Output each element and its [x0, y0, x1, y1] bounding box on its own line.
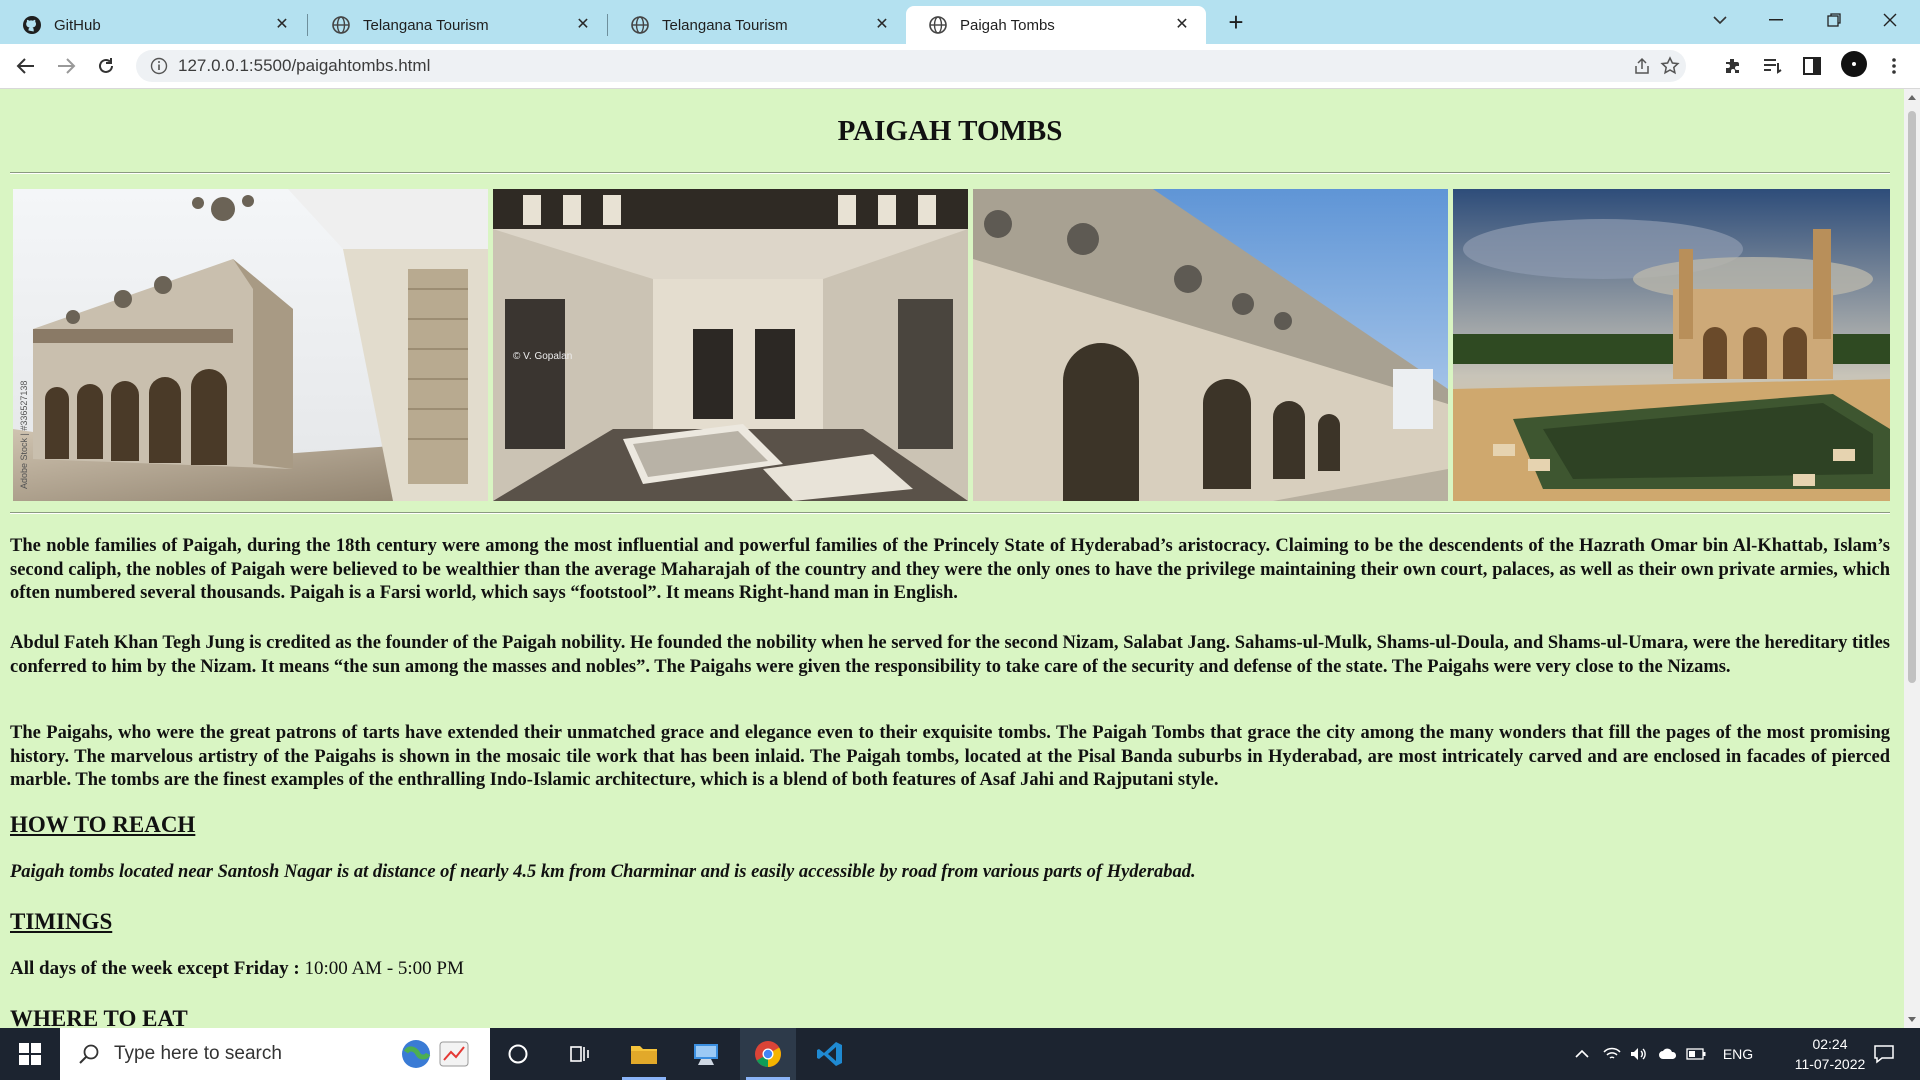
reading-list-icon[interactable] [1758, 52, 1786, 80]
close-tab-icon[interactable]: ✕ [272, 15, 292, 35]
taskbar-search-box[interactable]: Type here to search [60, 1028, 490, 1080]
photo-gallery: Adobe Stock | #336527138 © V. Gopalan [13, 189, 1890, 501]
divider [10, 512, 1890, 514]
globe-icon [928, 15, 948, 35]
tomb-interior-photo: © V. Gopalan [493, 189, 968, 501]
tab-search-chevron-icon[interactable] [1692, 0, 1748, 40]
scrollbar-thumb[interactable] [1908, 111, 1916, 683]
page-viewport: PAIGAH TOMBS Adobe Stock | #336527138 © … [0, 89, 1904, 1028]
close-tab-icon[interactable]: ✕ [872, 15, 892, 35]
timings-label: All days of the week except Friday : [10, 958, 300, 979]
how-to-reach-text: Paigah tombs located near Santosh Nagar … [10, 862, 1196, 882]
battery-icon[interactable] [1684, 1028, 1708, 1080]
onedrive-icon[interactable] [1656, 1028, 1680, 1080]
reload-icon[interactable] [92, 52, 120, 80]
clock-time: 02:24 [1812, 1036, 1848, 1052]
vscode-icon[interactable] [802, 1028, 858, 1080]
close-window-icon[interactable] [1862, 0, 1918, 40]
extensions-icon[interactable] [1718, 52, 1746, 80]
cortana-icon[interactable] [490, 1028, 546, 1080]
globe-icon [331, 15, 351, 35]
how-to-reach-heading: HOW TO REACH [10, 812, 196, 837]
browser-toolbar: 127.0.0.1:5500/paigahtombs.html [0, 44, 1920, 89]
clock-date: 11-07-2022 [1794, 1056, 1866, 1072]
globe-icon [630, 15, 650, 35]
divider [10, 172, 1890, 174]
tab-strip: GitHub ✕ Telangana Tourism ✕ Telangana T… [0, 0, 1920, 44]
address-bar[interactable]: 127.0.0.1:5500/paigahtombs.html [136, 50, 1686, 82]
where-to-eat-heading: WHERE TO EAT [10, 1006, 188, 1028]
windows-start-icon[interactable] [0, 1028, 60, 1080]
file-explorer-icon[interactable] [616, 1028, 672, 1080]
notifications-icon[interactable] [1864, 1028, 1904, 1080]
profile-avatar[interactable] [1841, 51, 1867, 77]
search-highlights-icon[interactable] [400, 1038, 470, 1070]
timings-heading: TIMINGS [10, 909, 113, 934]
tab-telangana-tourism-2[interactable]: Telangana Tourism ✕ [608, 6, 906, 44]
photo-watermark: Adobe Stock | #336527138 [19, 381, 29, 489]
side-panel-icon[interactable] [1798, 52, 1826, 80]
tab-title: Telangana Tourism [662, 16, 788, 34]
url-text: 127.0.0.1:5500/paigahtombs.html [178, 56, 431, 75]
task-view-icon[interactable] [552, 1028, 608, 1080]
volume-icon[interactable] [1626, 1028, 1650, 1080]
close-tab-icon[interactable]: ✕ [573, 15, 593, 35]
founder-paragraph: Abdul Fateh Khan Tegh Jung is credited a… [10, 633, 1890, 677]
system-clock[interactable]: 02:24 11-07-2022 [1790, 1034, 1870, 1074]
page-scrollbar[interactable] [1904, 89, 1920, 1028]
remote-desktop-icon[interactable] [678, 1028, 734, 1080]
tray-chevron-up-icon[interactable] [1570, 1028, 1594, 1080]
scroll-up-icon[interactable] [1908, 95, 1916, 100]
intro-paragraph: The noble families of Paigah, during the… [10, 536, 1890, 603]
chrome-icon[interactable] [740, 1028, 796, 1080]
page-title: PAIGAH TOMBS [837, 115, 1063, 147]
minimize-icon[interactable] [1748, 0, 1804, 40]
photo-watermark: © V. Gopalan [513, 351, 572, 362]
back-icon[interactable] [12, 52, 40, 80]
tab-title: GitHub [54, 16, 101, 34]
new-tab-icon[interactable]: + [1222, 8, 1250, 36]
tab-paigah-tombs[interactable]: Paigah Tombs ✕ [906, 6, 1206, 44]
timings-value: 10:00 AM - 5:00 PM [299, 958, 464, 979]
tombs-paragraph: The Paigahs, who were the great patrons … [10, 723, 1890, 790]
github-icon [22, 15, 42, 35]
forward-icon[interactable] [52, 52, 80, 80]
search-placeholder: Type here to search [114, 1043, 282, 1064]
site-info-icon[interactable] [150, 57, 168, 75]
scroll-down-icon[interactable] [1908, 1017, 1916, 1022]
menu-kebab-icon[interactable] [1880, 52, 1908, 80]
wifi-icon[interactable] [1600, 1028, 1624, 1080]
tab-separator [307, 14, 308, 36]
close-tab-icon[interactable]: ✕ [1172, 15, 1192, 35]
tab-title: Telangana Tourism [363, 16, 489, 34]
windows-taskbar: Type here to search ENG 02:24 11-07-2022 [0, 1028, 1920, 1080]
search-icon [78, 1043, 100, 1065]
tomb-arcade-photo [973, 189, 1448, 501]
language-indicator[interactable]: ENG [1718, 1028, 1758, 1080]
tab-github[interactable]: GitHub ✕ [0, 6, 306, 44]
timings-text: All days of the week except Friday : 10:… [10, 958, 464, 980]
restore-icon[interactable] [1806, 0, 1862, 40]
tab-title: Paigah Tombs [960, 16, 1055, 34]
tomb-corner-photo: Adobe Stock | #336527138 [13, 189, 488, 501]
share-icon[interactable] [1630, 54, 1654, 78]
tab-telangana-tourism-1[interactable]: Telangana Tourism ✕ [309, 6, 607, 44]
tomb-pond-photo [1453, 189, 1890, 501]
bookmark-star-icon[interactable] [1658, 54, 1682, 78]
